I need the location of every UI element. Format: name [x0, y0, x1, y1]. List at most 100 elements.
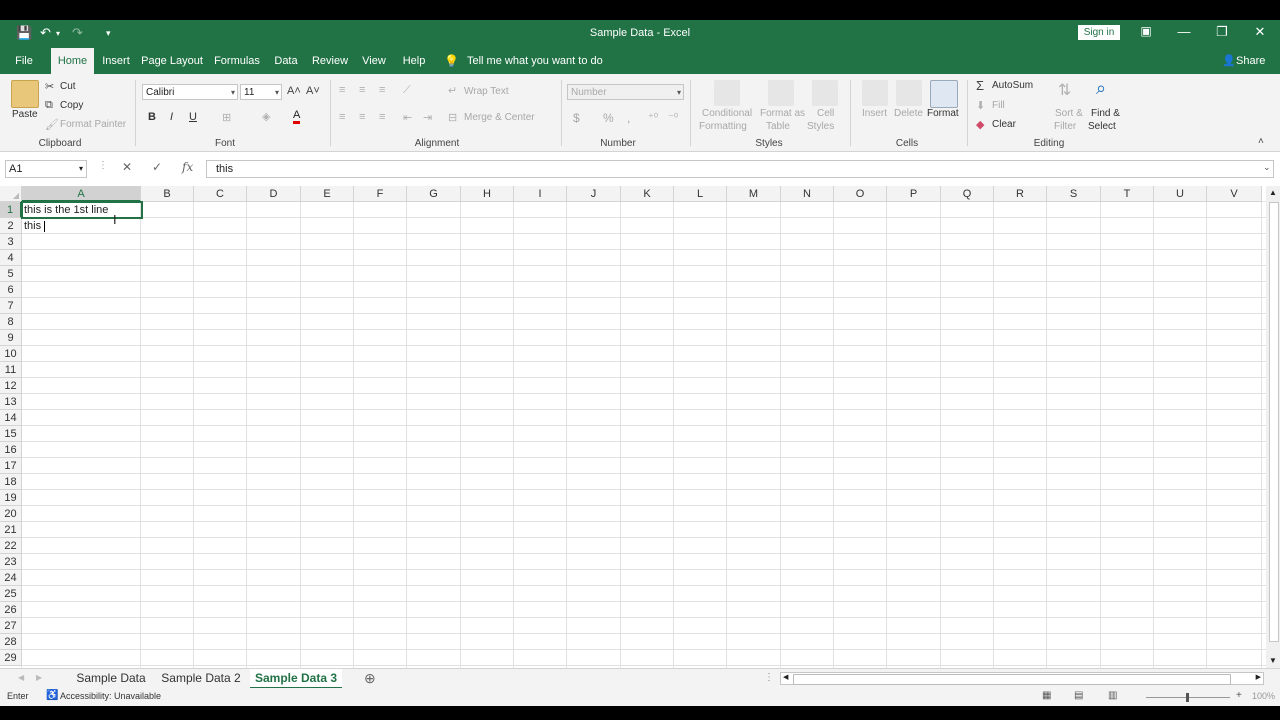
column-header-l[interactable]: L	[674, 186, 727, 202]
share-button[interactable]: Share	[1236, 48, 1265, 74]
row-header-24[interactable]: 24	[0, 570, 22, 586]
row-header-10[interactable]: 10	[0, 346, 22, 362]
align-left-icon[interactable]: ≡	[339, 111, 345, 123]
select-label[interactable]: Select	[1088, 121, 1116, 132]
align-center-icon[interactable]: ≡	[359, 111, 365, 123]
fill-button[interactable]: Fill	[992, 100, 1005, 111]
column-header-m[interactable]: M	[727, 186, 781, 202]
column-header-a[interactable]: A	[22, 186, 141, 202]
row-header-26[interactable]: 26	[0, 602, 22, 618]
cut-button[interactable]: Cut	[60, 81, 76, 92]
decrease-decimal-icon[interactable]: ⁻⁰	[668, 111, 678, 124]
column-header-s[interactable]: S	[1047, 186, 1101, 202]
decrease-indent-icon[interactable]: ⇤	[403, 111, 412, 124]
scroll-up-icon[interactable]: ▲	[1269, 188, 1277, 197]
row-header-14[interactable]: 14	[0, 410, 22, 426]
scroll-down-icon[interactable]: ▼	[1269, 656, 1277, 665]
cell-styles-icon[interactable]	[812, 80, 838, 106]
column-header-d[interactable]: D	[247, 186, 301, 202]
font-color-icon[interactable]: A	[293, 109, 301, 124]
row-header-4[interactable]: 4	[0, 250, 22, 266]
vertical-scrollbar[interactable]: ▲ ▼	[1266, 186, 1280, 668]
copy-icon[interactable]: ⧉	[45, 99, 53, 112]
scroll-right-icon[interactable]: ▶	[1256, 673, 1261, 681]
select-all-button[interactable]: ◢	[0, 186, 22, 202]
filter-label[interactable]: Filter	[1054, 121, 1076, 132]
row-header-15[interactable]: 15	[0, 426, 22, 442]
tab-help[interactable]: Help	[398, 48, 430, 74]
increase-decimal-icon[interactable]: ⁺⁰	[648, 111, 658, 124]
undo-dropdown-icon[interactable]: ▾	[56, 29, 60, 38]
column-header-i[interactable]: I	[514, 186, 567, 202]
cancel-entry-button[interactable]: ✕	[122, 160, 132, 174]
row-header-22[interactable]: 22	[0, 538, 22, 554]
column-header-v[interactable]: V	[1207, 186, 1262, 202]
row-header-18[interactable]: 18	[0, 474, 22, 490]
column-header-b[interactable]: B	[141, 186, 194, 202]
row-header-3[interactable]: 3	[0, 234, 22, 250]
delete-cells-icon[interactable]	[896, 80, 922, 106]
format-cells-icon[interactable]	[930, 80, 958, 108]
tab-view[interactable]: View	[358, 48, 390, 74]
formula-input[interactable]: this	[206, 160, 1274, 178]
align-bottom-icon[interactable]: ≡	[379, 84, 385, 96]
format-as-label[interactable]: Format as	[760, 108, 805, 119]
column-header-n[interactable]: N	[781, 186, 834, 202]
currency-button[interactable]: $	[573, 111, 580, 125]
grow-font-icon[interactable]: A˄	[287, 85, 301, 97]
table-label[interactable]: Table	[766, 121, 790, 132]
customize-icon[interactable]: ▾	[106, 28, 111, 39]
row-header-23[interactable]: 23	[0, 554, 22, 570]
paste-button[interactable]: Paste	[12, 109, 38, 120]
scroll-left-icon[interactable]: ◀	[783, 673, 788, 681]
format-painter-icon[interactable]: 🖌	[45, 118, 59, 131]
normal-view-icon[interactable]: ▦	[1042, 690, 1051, 701]
sign-in-button[interactable]: Sign in	[1078, 25, 1120, 40]
align-right-icon[interactable]: ≡	[379, 111, 385, 123]
wrap-text-button[interactable]: Wrap Text	[464, 86, 509, 97]
accessibility-status[interactable]: Accessibility: Unavailable	[60, 691, 161, 701]
row-header-25[interactable]: 25	[0, 586, 22, 602]
column-header-q[interactable]: Q	[941, 186, 994, 202]
find-label[interactable]: Find &	[1091, 108, 1120, 119]
row-header-17[interactable]: 17	[0, 458, 22, 474]
sort-filter-icon[interactable]: ⇅	[1058, 80, 1071, 100]
increase-indent-icon[interactable]: ⇥	[423, 111, 432, 124]
font-size-select[interactable]: 11 ▾	[240, 84, 282, 100]
row-header-16[interactable]: 16	[0, 442, 22, 458]
font-name-select[interactable]: Calibri ▾	[142, 84, 238, 100]
zoom-in-icon[interactable]: +	[1236, 690, 1242, 701]
row-header-13[interactable]: 13	[0, 394, 22, 410]
conditional-formatting-icon[interactable]	[714, 80, 740, 106]
conditional-label[interactable]: Conditional	[702, 108, 752, 119]
sheet-tab-sample-data-3[interactable]: Sample Data 3	[250, 669, 342, 689]
sheet-tab-sample-data[interactable]: Sample Data	[70, 669, 152, 689]
tab-file[interactable]: File	[8, 48, 40, 74]
expand-formula-icon[interactable]: ⌄	[1263, 162, 1271, 173]
number-format-select[interactable]: Number ▾	[567, 84, 684, 100]
column-header-p[interactable]: P	[887, 186, 941, 202]
row-header-28[interactable]: 28	[0, 634, 22, 650]
row-header-21[interactable]: 21	[0, 522, 22, 538]
minimize-icon[interactable]: —	[1174, 24, 1194, 39]
tell-me-search[interactable]: Tell me what you want to do	[467, 48, 603, 74]
zoom-slider-thumb[interactable]	[1186, 693, 1189, 702]
column-header-u[interactable]: U	[1154, 186, 1207, 202]
collapse-ribbon-icon[interactable]: ˄	[1258, 136, 1264, 147]
close-icon[interactable]: ✕	[1250, 24, 1270, 40]
row-header-6[interactable]: 6	[0, 282, 22, 298]
formatting-label[interactable]: Formatting	[699, 121, 747, 132]
cell-a2[interactable]: this	[22, 218, 41, 234]
row-header-7[interactable]: 7	[0, 298, 22, 314]
align-top-icon[interactable]: ≡	[339, 84, 345, 96]
format-painter-button[interactable]: Format Painter	[60, 119, 126, 130]
tab-home[interactable]: Home	[51, 48, 94, 74]
prev-sheet-icon[interactable]: ◀	[18, 673, 24, 682]
column-header-o[interactable]: O	[834, 186, 887, 202]
copy-button[interactable]: Copy	[60, 100, 83, 111]
column-header-e[interactable]: E	[301, 186, 354, 202]
page-layout-view-icon[interactable]: ▤	[1074, 690, 1083, 701]
cut-icon[interactable]: ✂	[45, 80, 54, 93]
name-box[interactable]: A1 ▾	[5, 160, 87, 178]
insert-function-button[interactable]: fx	[182, 160, 193, 174]
